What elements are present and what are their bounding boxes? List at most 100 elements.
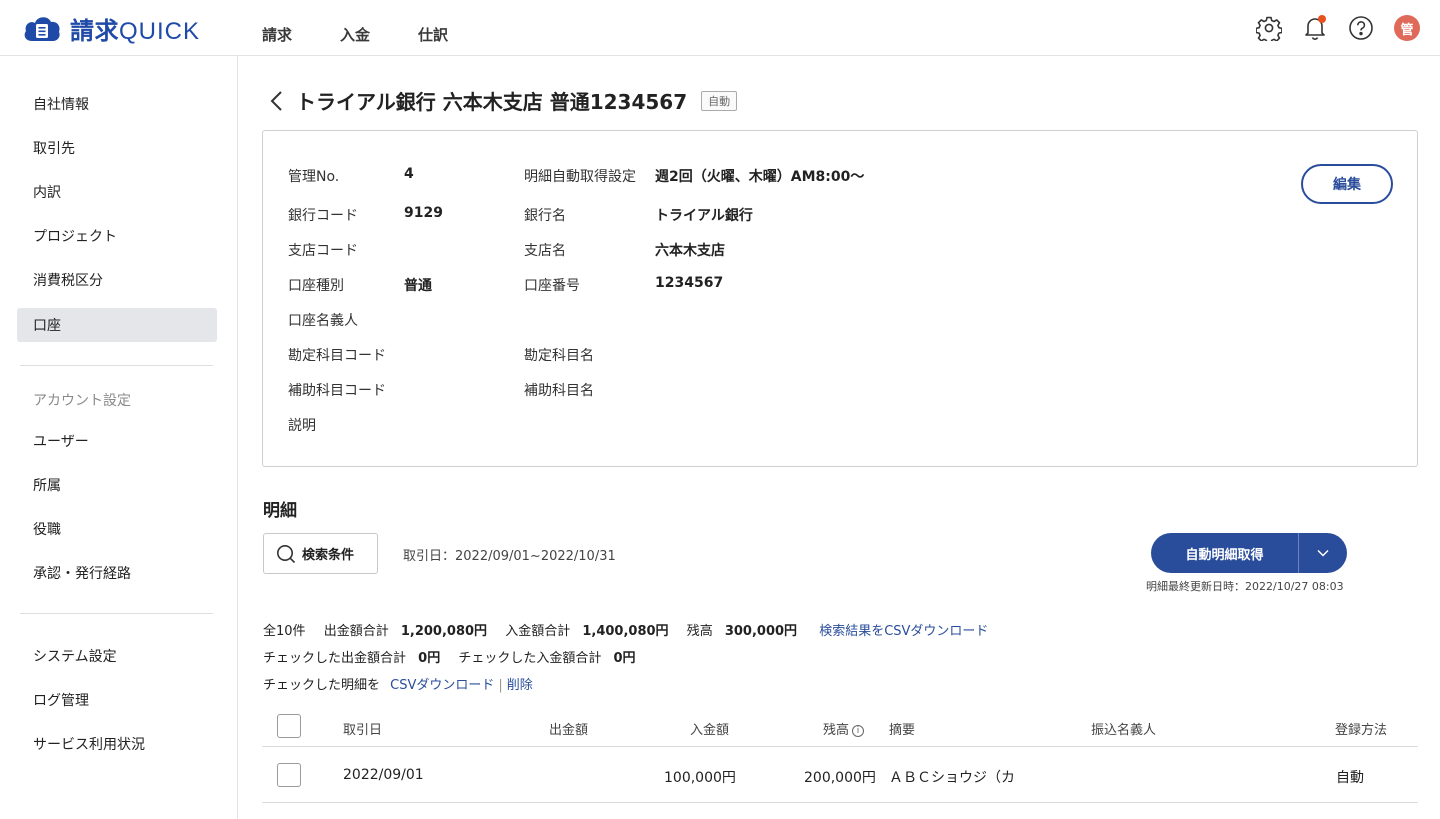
app-logo[interactable]: 請求QUICK — [22, 11, 200, 46]
label-bank-code: 銀行コード — [288, 208, 358, 224]
csv-search-results-link[interactable]: 検索結果をCSVダウンロード — [819, 624, 988, 639]
auto-fetch-button[interactable]: 自動明細取得 — [1151, 533, 1299, 573]
sidebar-item-system-settings[interactable]: システム設定 — [17, 639, 217, 673]
table-header: 取引日 出金額 入金額 残高 i 摘要 振込名義人 登録方法 — [262, 708, 1418, 747]
balance-label: 残高 — [686, 624, 713, 639]
column-header-balance[interactable]: 残高 i — [823, 719, 865, 738]
label-auto-fetch-setting: 明細自動取得設定 — [524, 169, 636, 185]
auto-badge: 自動 — [701, 90, 738, 111]
value-management-no: 4 — [404, 166, 414, 182]
sidebar-item-users[interactable]: ユーザー — [17, 424, 217, 458]
sidebar-item-accounts[interactable]: 口座 — [17, 308, 217, 342]
page-title-row: トライアル銀行 六本木支店 普通1234567 自動 — [268, 86, 738, 115]
sidebar-item-clients[interactable]: 取引先 — [17, 131, 217, 165]
column-header-memo[interactable]: 摘要 — [889, 719, 915, 738]
app-name: 請求QUICK — [70, 11, 200, 46]
date-range-filter: 取引日：2022/09/01~2022/10/31 — [403, 549, 616, 564]
delete-link[interactable]: 削除 — [507, 678, 533, 693]
sidebar-item-departments[interactable]: 所属 — [17, 468, 217, 502]
cloud-document-icon — [24, 17, 60, 41]
chevron-down-icon — [1317, 549, 1329, 557]
label-description: 説明 — [288, 418, 316, 434]
balance-total: 300,000円 — [724, 624, 798, 639]
withdrawal-total-label: 出金額合計 — [323, 624, 389, 639]
sidebar-item-log-management[interactable]: ログ管理 — [17, 683, 217, 717]
label-account-subject-name: 勘定科目名 — [524, 348, 594, 364]
checked-withdrawal-total: 0円 — [418, 651, 441, 666]
value-bank-code: 9129 — [404, 205, 443, 221]
cell-registration-method: 自動 — [1336, 770, 1364, 786]
auto-fetch-split-button: 自動明細取得 — [1151, 533, 1347, 573]
select-all-checkbox[interactable] — [277, 714, 301, 738]
table-row[interactable]: 2022/09/01 100,000円 200,000円 ＡＢＣショウジ（カ 自… — [262, 747, 1418, 803]
topnav-billing[interactable]: 請求 — [262, 24, 292, 45]
column-header-withdrawal[interactable]: 出金額 — [549, 719, 588, 738]
deposit-total-label: 入金額合計 — [505, 624, 571, 639]
notification-dot — [1318, 15, 1326, 23]
total-count: 全10件 — [263, 624, 306, 639]
label-account-number: 口座番号 — [524, 278, 580, 294]
sidebar-item-service-usage[interactable]: サービス利用状況 — [17, 727, 217, 761]
cell-deposit: 100,000円 — [664, 770, 736, 786]
label-branch-code: 支店コード — [288, 243, 358, 259]
topnav-journal[interactable]: 仕訳 — [418, 24, 448, 45]
value-bank-name: トライアル銀行 — [655, 208, 753, 224]
deposit-total: 1,400,080円 — [582, 624, 669, 639]
label-account-subject-code: 勘定科目コード — [288, 348, 386, 364]
sidebar-item-projects[interactable]: プロジェクト — [17, 219, 217, 253]
bell-icon[interactable] — [1300, 13, 1330, 43]
back-chevron-icon[interactable] — [268, 89, 286, 113]
page-title: トライアル銀行 六本木支店 普通1234567 — [296, 90, 688, 114]
sidebar-item-positions[interactable]: 役職 — [17, 512, 217, 546]
summary-totals: 全10件 出金額合計 1,200,080円 入金額合計 1,400,080円 残… — [263, 620, 988, 639]
column-header-balance-label: 残高 — [823, 723, 850, 738]
edit-button[interactable]: 編集 — [1301, 164, 1393, 204]
checked-actions-prefix: チェックした明細を — [263, 678, 381, 693]
user-avatar[interactable]: 管 — [1394, 15, 1420, 41]
row-checkbox[interactable] — [277, 763, 301, 787]
header-actions: 管 — [1238, 13, 1420, 43]
details-section-title: 明細 — [263, 501, 297, 521]
column-header-date[interactable]: 取引日 — [343, 719, 382, 738]
sidebar-divider — [20, 613, 213, 614]
value-branch-name: 六本木支店 — [655, 243, 725, 259]
search-conditions-button[interactable]: 検索条件 — [263, 533, 378, 574]
checked-deposit-total: 0円 — [613, 651, 636, 666]
help-icon[interactable] — [1346, 13, 1376, 43]
column-header-registration-method[interactable]: 登録方法 — [1335, 719, 1387, 738]
label-account-type: 口座種別 — [288, 278, 344, 294]
column-header-payer[interactable]: 振込名義人 — [1091, 719, 1156, 738]
csv-download-link[interactable]: CSVダウンロード — [390, 678, 494, 693]
sidebar-item-breakdown[interactable]: 内訳 — [17, 175, 217, 209]
info-icon[interactable]: i — [852, 725, 865, 737]
top-header: 請求QUICK 請求 入金 仕訳 管 — [0, 0, 1440, 56]
topnav-payments[interactable]: 入金 — [340, 24, 370, 45]
app-name-latin: QUICK — [119, 17, 201, 45]
label-management-no: 管理No. — [288, 169, 340, 185]
withdrawal-total: 1,200,080円 — [400, 624, 488, 639]
search-conditions-label: 検索条件 — [302, 548, 355, 563]
checked-deposit-label: チェックした入金額合計 — [458, 651, 602, 666]
label-account-holder: 口座名義人 — [288, 313, 358, 329]
checked-totals: チェックした出金額合計 0円 チェックした入金額合計 0円 — [263, 647, 636, 666]
sidebar-section-account-settings: アカウント設定 — [33, 393, 131, 409]
auto-fetch-dropdown[interactable] — [1299, 533, 1347, 573]
sidebar: 自社情報 取引先 内訳 プロジェクト 消費税区分 口座 アカウント設定 ユーザー… — [0, 56, 238, 819]
checked-withdrawal-label: チェックした出金額合計 — [263, 651, 407, 666]
account-info-card: 管理No. 4 銀行コード 9129 支店コード 口座種別 普通 口座名義人 勘… — [262, 130, 1418, 467]
label-sub-account-code: 補助科目コード — [288, 383, 386, 399]
column-header-deposit[interactable]: 入金額 — [690, 719, 729, 738]
sidebar-divider — [20, 365, 213, 366]
label-branch-name: 支店名 — [524, 243, 566, 259]
cell-memo: ＡＢＣショウジ（カ — [889, 770, 1015, 786]
checked-actions: チェックした明細を CSVダウンロード | 削除 — [263, 674, 533, 693]
sidebar-item-company-info[interactable]: 自社情報 — [17, 87, 217, 121]
gear-icon[interactable] — [1254, 13, 1284, 43]
sidebar-item-tax-category[interactable]: 消費税区分 — [17, 263, 217, 297]
label-sub-account-name: 補助科目名 — [524, 383, 594, 399]
last-updated-text: 明細最終更新日時：2022/10/27 08:03 — [1146, 580, 1344, 593]
sidebar-item-approval-routes[interactable]: 承認・発行経路 — [17, 556, 217, 590]
search-icon — [277, 544, 296, 563]
value-account-type: 普通 — [404, 278, 432, 294]
value-auto-fetch-setting: 週2回（火曜、木曜）AM8:00～ — [655, 169, 865, 185]
